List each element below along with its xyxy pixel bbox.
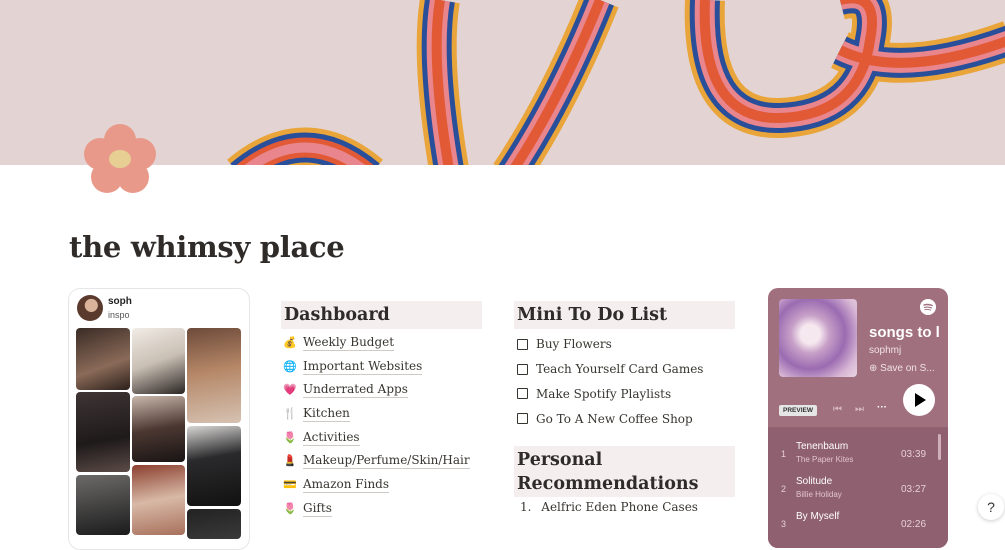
dashboard-link-label[interactable]: Kitchen [303, 406, 350, 422]
track-list-scrollbar[interactable] [938, 434, 941, 460]
pin-image[interactable] [187, 509, 241, 539]
track-artist: The Paper Kites [796, 455, 854, 464]
recommendations-heading-line1: Personal [517, 450, 603, 470]
todo-label[interactable]: Make Spotify Playlists [536, 387, 671, 401]
playlist-owner[interactable]: sophmj [869, 345, 901, 356]
pin-image[interactable] [76, 392, 130, 472]
track-duration: 03:39 [901, 449, 927, 460]
dashboard-link-label[interactable]: Activities [303, 430, 360, 446]
todo-heading: Mini To Do List [514, 301, 735, 329]
track-title: Solitude [796, 476, 833, 487]
add-circle-icon: ⊕ [869, 363, 881, 374]
dashboard-link-label[interactable]: Makeup/Perfume/Skin/Hair [303, 453, 470, 470]
dashboard-list: 💰 Weekly Budget 🌐 Important Websites 💗 U… [283, 331, 483, 521]
dashboard-link-important-websites[interactable]: 🌐 Important Websites [283, 355, 483, 379]
recommendation-item[interactable]: Aelfric Eden Phone Cases [541, 500, 698, 514]
recommendations-heading-line2: Recommendations [517, 474, 699, 494]
playlist-cover-art[interactable] [779, 299, 857, 377]
spotify-embed[interactable]: songs to l sophmj ⊕ Save on S... PREVIEW… [768, 288, 948, 548]
todo-checkbox[interactable] [517, 338, 528, 350]
pin-image[interactable] [132, 465, 185, 535]
track-row[interactable]: 1 Tenenbaum The Paper Kites 03:39 [768, 438, 928, 472]
preview-badge: PREVIEW [779, 405, 817, 416]
track-list: 1 Tenenbaum The Paper Kites 03:39 2 Soli… [768, 428, 948, 548]
pin-image[interactable] [76, 328, 130, 390]
credit-card-icon: 💳 [283, 477, 297, 491]
pinterest-board-name[interactable]: inspo [108, 310, 130, 320]
track-number: 2 [781, 484, 787, 494]
todo-item: Teach Yourself Card Games [517, 357, 737, 382]
pin-image[interactable] [76, 475, 130, 535]
playlist-title[interactable]: songs to l [869, 324, 940, 341]
dashboard-link-underrated-apps[interactable]: 💗 Underrated Apps [283, 378, 483, 402]
tulip-icon: 🌷 [283, 501, 297, 515]
dashboard-link-label[interactable]: Underrated Apps [303, 382, 408, 399]
track-duration: 03:27 [901, 484, 927, 495]
dashboard-link-amazon-finds[interactable]: 💳 Amazon Finds [283, 473, 483, 497]
todo-checkbox[interactable] [517, 388, 528, 400]
pinterest-username[interactable]: soph [108, 296, 132, 307]
more-options-icon[interactable]: ··· [877, 402, 887, 413]
page-title: the whimsy place [69, 230, 345, 264]
spotify-logo-icon[interactable] [920, 299, 936, 315]
track-row[interactable]: 2 Solitude Billie Holiday 03:27 [768, 473, 928, 507]
help-button[interactable]: ? [978, 494, 1004, 520]
money-bag-icon: 💰 [283, 335, 297, 349]
list-number: 1. [520, 500, 532, 514]
dashboard-link-label[interactable]: Important Websites [303, 359, 423, 375]
pin-image[interactable] [187, 328, 241, 423]
dashboard-link-label[interactable]: Gifts [303, 501, 332, 517]
recommendations-heading: Personal Recommendations [514, 446, 735, 497]
track-title: Tenenbaum [796, 441, 849, 452]
todo-label[interactable]: Go To A New Coffee Shop [536, 412, 693, 426]
track-title: By Myself [796, 511, 840, 522]
dashboard-link-weekly-budget[interactable]: 💰 Weekly Budget [283, 331, 483, 355]
track-duration: 02:26 [901, 519, 927, 530]
todo-checkbox[interactable] [517, 363, 528, 375]
pinterest-board-widget[interactable]: soph inspo [68, 288, 250, 550]
todo-label[interactable]: Buy Flowers [536, 337, 612, 351]
dashboard-link-gifts[interactable]: 🌷 Gifts [283, 497, 483, 521]
todo-item: Make Spotify Playlists [517, 382, 737, 407]
todo-label[interactable]: Teach Yourself Card Games [536, 362, 703, 376]
previous-track-icon[interactable]: ⏮ [833, 404, 842, 415]
heart-icon: 💗 [283, 383, 297, 397]
recommendations-list: 1. Aelfric Eden Phone Cases [520, 500, 698, 514]
dashboard-link-activities[interactable]: 🌷 Activities [283, 426, 483, 450]
track-number: 1 [781, 449, 787, 459]
avatar[interactable] [77, 295, 103, 321]
play-button[interactable] [903, 384, 935, 416]
save-label: Save on S... [880, 363, 935, 374]
save-on-spotify-button[interactable]: ⊕ Save on S... [869, 363, 935, 374]
dashboard-heading: Dashboard [281, 301, 482, 329]
tulip-icon: 🌷 [283, 430, 297, 444]
lipstick-icon: 💄 [283, 454, 297, 468]
dashboard-link-makeup[interactable]: 💄 Makeup/Perfume/Skin/Hair [283, 449, 483, 473]
todo-item: Buy Flowers [517, 332, 737, 357]
fork-knife-icon: 🍴 [283, 406, 297, 420]
flower-icon[interactable] [80, 122, 160, 194]
todo-list: Buy Flowers Teach Yourself Card Games Ma… [517, 332, 737, 431]
globe-icon: 🌐 [283, 359, 297, 373]
dashboard-link-label[interactable]: Amazon Finds [303, 477, 390, 493]
dashboard-link-label[interactable]: Weekly Budget [303, 335, 395, 351]
track-number: 3 [781, 519, 787, 529]
dashboard-link-kitchen[interactable]: 🍴 Kitchen [283, 402, 483, 426]
next-track-icon[interactable]: ⏭ [855, 404, 864, 415]
track-row[interactable]: 3 By Myself 02:26 [768, 508, 928, 542]
track-artist: Billie Holiday [796, 490, 842, 499]
pin-image[interactable] [132, 328, 185, 394]
todo-checkbox[interactable] [517, 413, 528, 425]
todo-item: Go To A New Coffee Shop [517, 406, 737, 431]
pin-image[interactable] [187, 426, 241, 506]
pin-image[interactable] [132, 396, 185, 462]
